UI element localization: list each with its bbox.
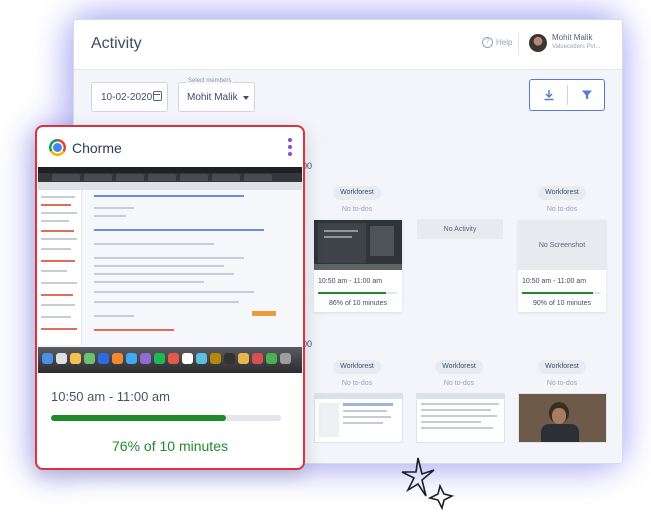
filter-button[interactable] (568, 80, 605, 110)
filter-icon (581, 90, 592, 100)
screenshot-detail-popup: Chorme 10:50 am - 11:00 am 76% of 10 min… (35, 125, 305, 470)
screenshot-sidebar (38, 190, 82, 345)
activity-progress (522, 292, 601, 294)
user-org: Valuecoders Pvt... (552, 44, 601, 50)
screenshot-thumbnail[interactable] (518, 393, 607, 443)
screenshot-tab (180, 174, 208, 181)
date-picker[interactable]: 10-02-2020 (91, 82, 168, 112)
popup-activity-progress (51, 415, 281, 421)
todo-label: No to-dos (341, 380, 373, 387)
card-time-range: 10:50 am - 11:00 am (522, 278, 587, 285)
screenshot-tab (52, 174, 80, 181)
no-screenshot-placeholder: No Screenshot (518, 220, 606, 270)
popup-activity-percent: 76% of 10 minutes (112, 438, 228, 454)
screenshot-card[interactable]: No Screenshot 10:50 am - 11:00 am 90% of… (518, 220, 606, 312)
popup-time-range: 10:50 am - 11:00 am (51, 389, 170, 404)
screenshot-thumbnail[interactable] (314, 393, 403, 443)
activity-percent: 86% of 10 minutes (329, 300, 387, 307)
calendar-icon (153, 91, 162, 101)
member-select-value: Mohit Malik (187, 92, 238, 103)
screenshot-tab (116, 174, 144, 181)
popup-activity-progress-fill (51, 415, 226, 421)
date-value: 10-02-2020 (101, 92, 153, 103)
todo-label: No to-dos (546, 206, 578, 213)
project-badge: Workforest (333, 186, 381, 200)
project-badge: Workforest (538, 360, 586, 374)
screenshot-card[interactable]: 10:50 am - 11:00 am 86% of 10 minutes (314, 220, 402, 312)
todo-label: No to-dos (443, 380, 475, 387)
project-badge: Workforest (538, 186, 586, 200)
download-button[interactable] (530, 80, 567, 110)
help-label: Help (496, 38, 513, 47)
more-options-button[interactable] (287, 138, 293, 158)
screenshot-image[interactable] (38, 167, 302, 373)
app-name: Chorme (72, 140, 122, 156)
screenshot-tab (212, 174, 240, 181)
help-icon: ? (482, 37, 493, 48)
todo-label: No to-dos (341, 206, 373, 213)
member-select-label: Select members (186, 78, 234, 84)
sparkle-cursor-icon (401, 457, 455, 511)
help-link[interactable]: ? Help (482, 37, 512, 48)
action-buttons (529, 79, 605, 111)
screenshot-tab (244, 174, 272, 181)
screenshot-tabbar (38, 173, 302, 182)
screenshot-tab (84, 174, 112, 181)
screenshot-urlbar (38, 182, 302, 190)
download-icon (544, 90, 553, 101)
page-header: Activity ? Help Mohit Malik Valuecoders … (74, 20, 622, 70)
screenshot-tab (148, 174, 176, 181)
activity-progress-fill (318, 292, 386, 294)
no-activity-card: No Activity (417, 219, 503, 239)
page-title: Activity (91, 35, 142, 52)
chevron-down-icon (243, 96, 249, 100)
activity-progress (318, 292, 397, 294)
todo-label: No to-dos (546, 380, 578, 387)
activity-progress-fill (522, 292, 594, 294)
screenshot-thumbnail[interactable] (416, 393, 505, 443)
member-select[interactable]: Select members Mohit Malik (178, 78, 255, 112)
project-badge: Workforest (435, 360, 483, 374)
chrome-icon (49, 139, 66, 156)
avatar[interactable] (529, 34, 547, 52)
card-time-range: 10:50 am - 11:00 am (318, 278, 383, 285)
activity-percent: 90% of 10 minutes (533, 300, 591, 307)
screenshot-thumbnail[interactable] (314, 220, 402, 270)
user-name[interactable]: Mohit Malik (552, 33, 592, 42)
screenshot-dock (38, 347, 302, 373)
header-divider (518, 33, 519, 55)
project-badge: Workforest (333, 360, 381, 374)
